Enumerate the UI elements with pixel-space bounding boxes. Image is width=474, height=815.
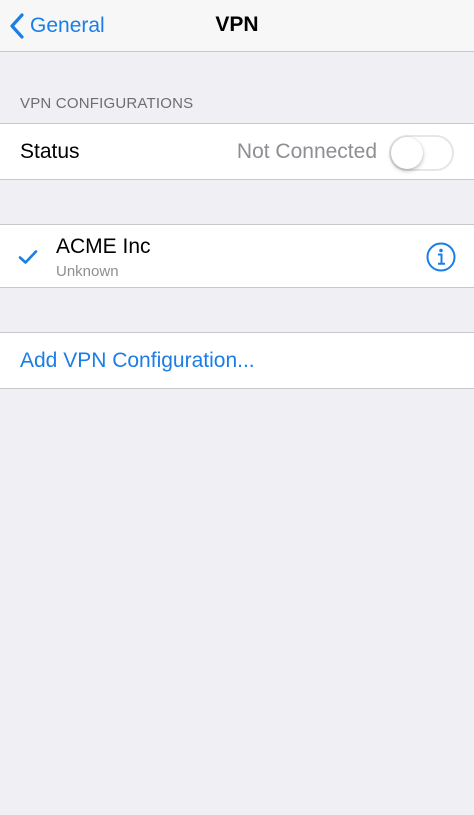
toggle-knob [391, 137, 423, 169]
vpn-state: Unknown [56, 263, 119, 280]
add-vpn-configuration-label: Add VPN Configuration... [20, 349, 255, 372]
info-icon[interactable] [426, 242, 456, 272]
status-label: Status [20, 140, 80, 163]
status-value: Not Connected [236, 140, 377, 163]
section-header: VPN CONFIGURATIONS [20, 95, 194, 112]
vpn-name: ACME Inc [56, 235, 151, 258]
vpn-toggle[interactable] [389, 135, 454, 171]
vpn-configuration-row[interactable]: ACME Inc Unknown [0, 224, 474, 288]
page-title: VPN [215, 13, 259, 36]
status-row: Status Not Connected [0, 123, 474, 180]
navigation-bar: General VPN [0, 0, 474, 52]
checkmark-icon [18, 250, 38, 264]
add-vpn-configuration-button[interactable]: Add VPN Configuration... [0, 332, 474, 389]
